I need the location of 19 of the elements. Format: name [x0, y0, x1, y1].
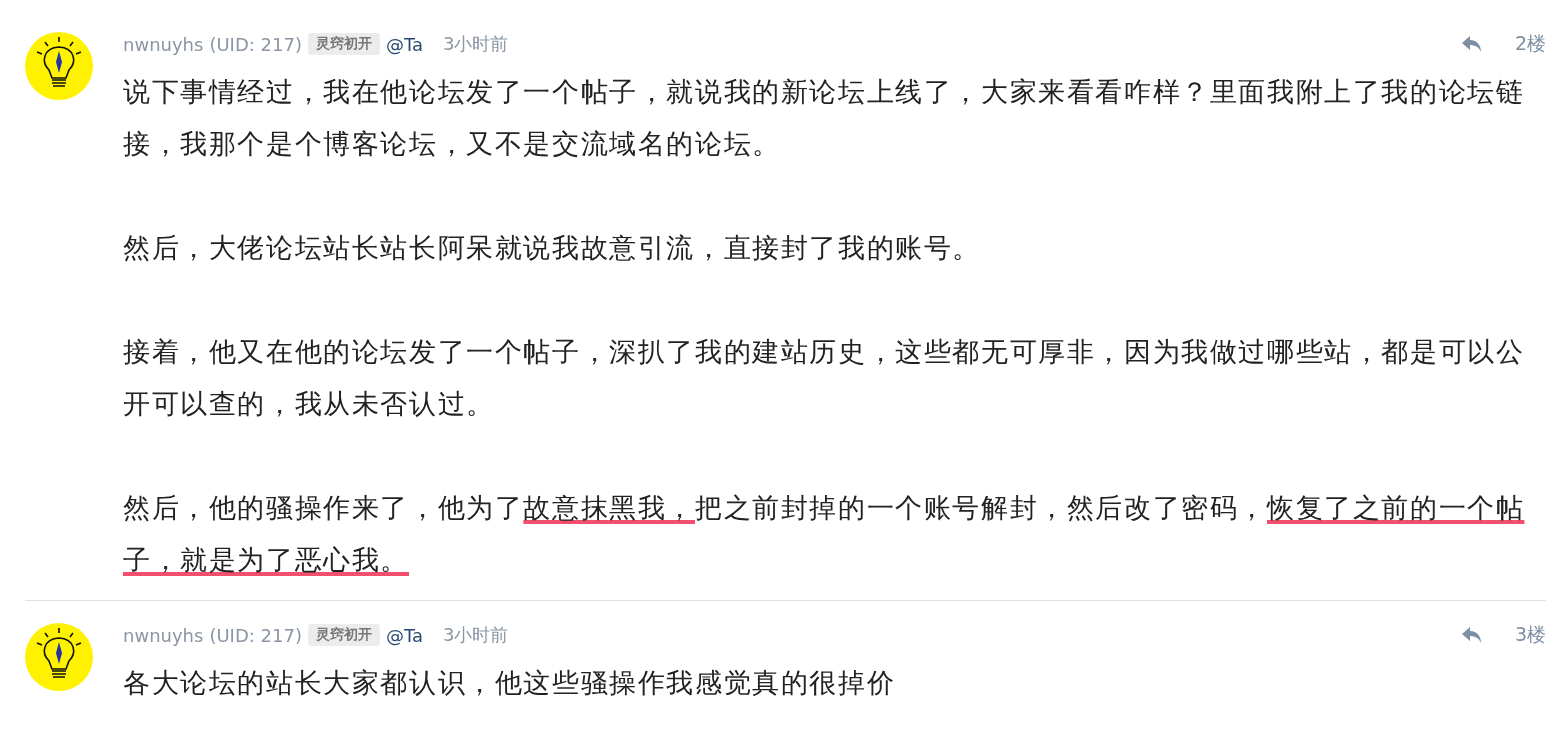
user-id: (UID: 217): [209, 33, 302, 55]
user-level-badge: 灵窍初开: [307, 33, 380, 55]
lightbulb-avatar-icon[interactable]: [25, 623, 93, 691]
post-paragraph: 接着，他又在他的论坛发了一个帖子，深扒了我的建站历史，这些都无可厚非，因为我做过哪些站，都是可以公开可以查的，我从未否认过。: [123, 335, 1526, 421]
post-paragraph: 各大论坛的站长大家都认识，他这些骚操作我感觉真的很掉价: [123, 666, 897, 700]
post-paragraph: 然后，大佬论坛站长站长阿呆就说我故意引流，直接封了我的账号。: [123, 231, 982, 265]
post-paragraph: 说下事情经过，我在他论坛发了一个帖子，就说我的新论坛上线了，大家来看看咋样？里面我附上了我的论坛链接，我那个是个博客论坛，又不是交流域名的论坛。: [123, 75, 1526, 161]
post-time: 3小时前: [442, 32, 509, 56]
reply-icon[interactable]: [1460, 35, 1483, 53]
mention-link[interactable]: @Ta: [385, 33, 423, 55]
user-id: (UID: 217): [209, 624, 302, 646]
reply-icon[interactable]: [1460, 626, 1483, 644]
mention-link[interactable]: @Ta: [385, 624, 423, 646]
user-level-badge: 灵窍初开: [307, 624, 380, 646]
post-time: 3小时前: [442, 623, 509, 647]
floor-number: 3楼: [1514, 622, 1546, 647]
lightbulb-avatar-icon[interactable]: [25, 32, 93, 100]
floor-number: 2楼: [1514, 31, 1546, 56]
post-paragraph: 然后，他的骚操作来了，他为了故意抹黑我，把之前封掉的一个账号解封，然后改了密码，恢复了之前的一个帖子，就是为了恶心我。: [123, 491, 1526, 577]
